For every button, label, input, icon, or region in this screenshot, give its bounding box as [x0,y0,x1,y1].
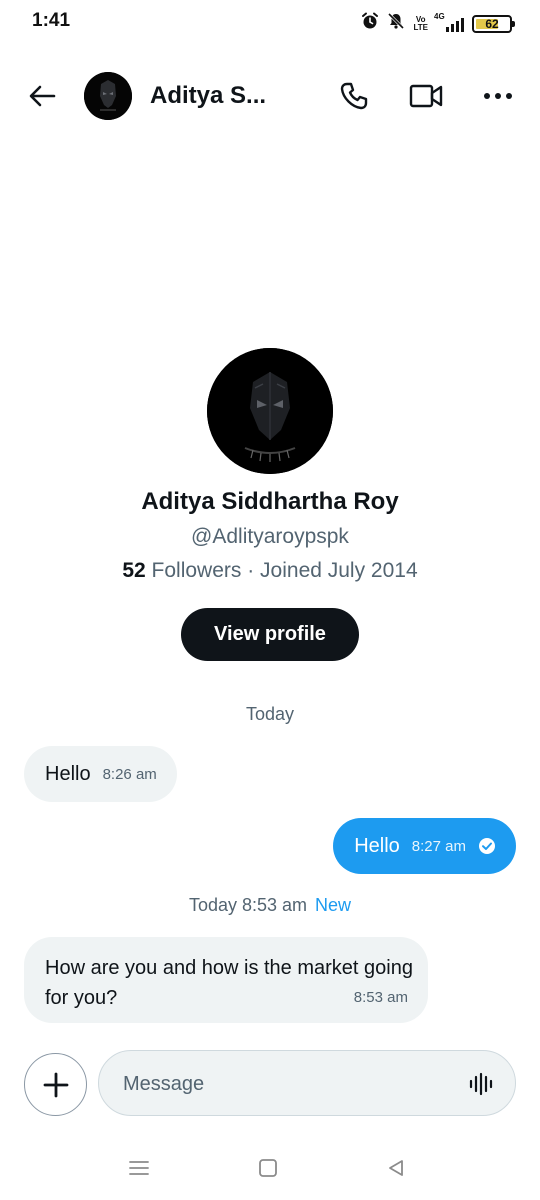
conversation-header: Aditya S... [0,60,540,132]
more-icon [484,93,512,99]
new-label: New [315,895,352,915]
system-nav-bar [0,1140,540,1200]
profile-name: Aditya Siddhartha Roy [141,488,399,515]
status-bar: 1:41 Vo LTE 4G 62 [0,0,540,48]
message-time: 8:26 am [102,765,157,783]
message-bubble-incoming[interactable]: How are you and how is the market going … [24,937,428,1023]
battery-level: 62 [485,16,499,31]
status-icons: Vo LTE 4G 62 [361,12,515,35]
message-composer[interactable] [98,1050,516,1116]
volte-bottom: LTE [413,22,428,32]
network-type: 4G [434,11,445,21]
home-button[interactable] [256,1156,280,1180]
panther-mask-icon [207,348,333,474]
voice-call-button[interactable] [334,76,374,116]
back-triangle-icon [389,1160,403,1176]
profile-handle: @Adlityaroypspk [191,525,349,548]
add-attachment-button[interactable] [24,1053,87,1116]
header-title[interactable]: Aditya S... [150,82,266,110]
voice-wave-icon [469,1072,493,1096]
plus-icon [43,1072,68,1097]
volte-icon: Vo LTE [413,15,428,32]
menu-icon [129,1161,149,1175]
recents-button[interactable] [127,1156,151,1180]
back-button[interactable] [24,78,60,114]
alarm-icon [361,12,379,35]
new-separator-time: Today 8:53 am [188,895,308,915]
video-call-button[interactable] [404,76,448,116]
phone-icon [340,82,368,110]
message-bubble-incoming[interactable]: Hello 8:26 am [24,746,177,802]
system-back-button[interactable] [384,1156,408,1180]
profile-avatar[interactable] [207,348,333,474]
panther-mask-icon [84,72,132,120]
new-messages-separator: Today 8:53 am New [0,895,540,916]
message-text: Hello [354,834,400,857]
message-bubble-outgoing[interactable]: Hello 8:27 am [333,818,516,874]
voice-message-button[interactable] [467,1070,495,1098]
message-time: 8:53 am [353,989,408,1006]
followers-label: Followers · Joined July 2014 [145,559,418,582]
mute-icon [387,12,405,35]
video-icon [409,84,443,108]
profile-stats: 52 Followers · Joined July 2014 [0,559,540,583]
back-arrow-icon [29,85,56,107]
header-avatar[interactable] [84,72,132,120]
followers-count: 52 [122,559,146,582]
more-options-button[interactable] [476,76,520,116]
message-time: 8:27 am [411,837,466,855]
message-text: Hello [45,762,91,785]
signal-icon: 4G [434,12,464,32]
message-input[interactable] [123,1069,443,1099]
status-time: 1:41 [32,10,71,31]
read-receipt-icon [478,837,496,855]
view-profile-button[interactable]: View profile [181,608,359,661]
home-square-icon [259,1159,277,1177]
day-separator: Today [245,704,295,724]
battery-icon: 62 [472,14,515,33]
